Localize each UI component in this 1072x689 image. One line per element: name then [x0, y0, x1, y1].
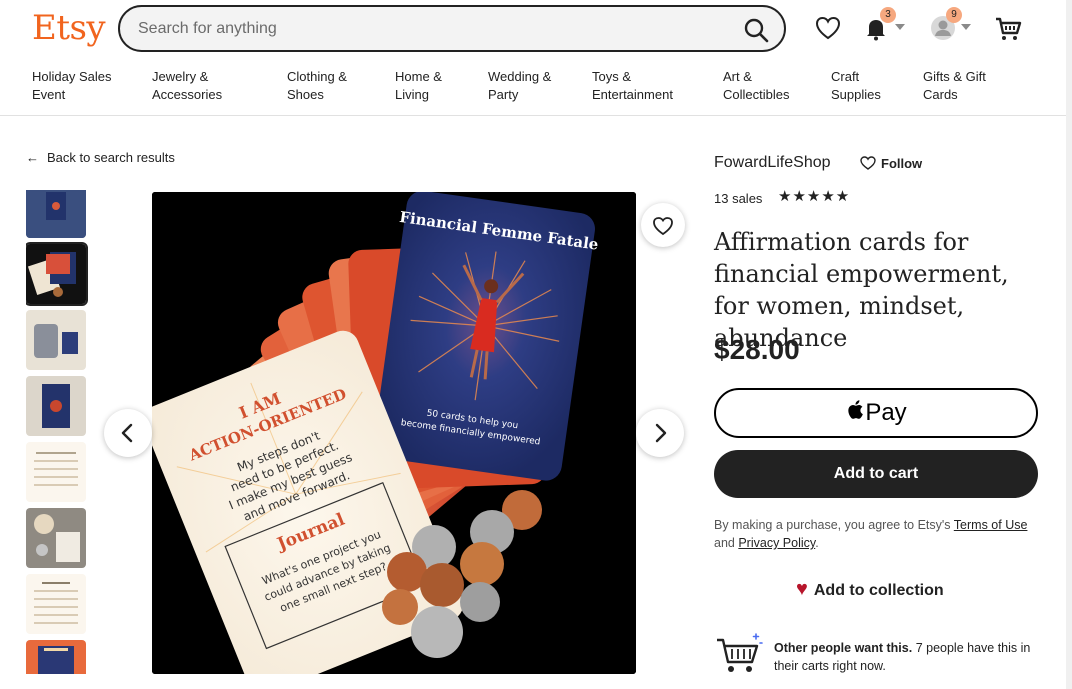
chevron-left-icon	[121, 423, 133, 443]
cart-icon[interactable]	[992, 12, 1024, 44]
cart-demand-icon	[717, 633, 763, 672]
apple-pay-button[interactable]: Pay	[714, 388, 1038, 438]
notifications-caret-icon[interactable]	[895, 24, 905, 30]
thumbnail-1[interactable]	[26, 190, 86, 238]
shop-name-link[interactable]: FowardLifeShop	[714, 154, 831, 172]
thumbnail-3[interactable]	[26, 310, 86, 370]
chevron-right-icon	[655, 423, 667, 443]
page-scrollbar[interactable]	[1066, 0, 1072, 689]
site-header: Etsy Search for anything 3 9 Holiday Sal…	[0, 0, 1072, 116]
privacy-policy-link[interactable]: Privacy Policy	[738, 536, 815, 550]
nav-item-toys[interactable]: Toys & Entertainment	[592, 68, 673, 104]
thumbnail-2[interactable]	[26, 242, 88, 306]
nav-item-art[interactable]: Art & Collectibles	[723, 68, 789, 104]
next-image-button[interactable]	[636, 409, 684, 457]
nav-item-craft[interactable]: Craft Supplies	[831, 68, 881, 104]
nav-item-clothing[interactable]: Clothing & Shoes	[287, 68, 347, 104]
nav-item-gifts[interactable]: Gifts & Gift Cards	[923, 68, 986, 104]
nav-item-jewelry[interactable]: Jewelry & Accessories	[152, 68, 222, 104]
apple-logo-icon	[848, 400, 864, 419]
nav-item-wedding[interactable]: Wedding & Party	[488, 68, 551, 104]
account-caret-icon[interactable]	[961, 24, 971, 30]
favorite-button[interactable]	[641, 203, 685, 247]
heart-outline-icon	[653, 217, 673, 236]
previous-image-button[interactable]	[104, 409, 152, 457]
favorites-heart-icon[interactable]	[812, 12, 844, 44]
heart-filled-icon: ♥	[796, 578, 808, 600]
thumbnail-5[interactable]	[26, 442, 86, 502]
thumbnail-4[interactable]	[26, 376, 86, 436]
back-to-results-link[interactable]: ← Back to search results	[26, 150, 175, 165]
add-to-collection-button[interactable]: ♥ Add to collection	[796, 578, 944, 601]
nav-item-holiday-sales[interactable]: Holiday Sales Event	[32, 68, 112, 104]
follow-button[interactable]: Follow	[860, 156, 922, 171]
listing-price: $28.00	[714, 334, 800, 365]
category-nav: Holiday Sales Event Jewelry & Accessories …	[0, 68, 1072, 108]
main-listing-image[interactable]: Financial Femme Fatale 50 cards to help …	[152, 192, 636, 674]
notifications-badge: 3	[880, 7, 896, 23]
thumbnail-strip[interactable]	[26, 190, 88, 674]
add-to-cart-button[interactable]: Add to cart	[714, 450, 1038, 498]
sales-count: 13 sales	[714, 191, 763, 206]
heart-outline-icon	[860, 156, 876, 170]
thumbnail-6[interactable]	[26, 508, 86, 568]
thumbnail-8[interactable]	[26, 640, 86, 674]
etsy-logo[interactable]: Etsy	[32, 8, 106, 48]
cart-demand-message: Other people want this. 7 people have th…	[774, 641, 1031, 673]
search-bar[interactable]: Search for anything	[118, 5, 786, 52]
account-badge: 9	[946, 7, 962, 23]
terms-of-use-link[interactable]: Terms of Use	[954, 518, 1028, 532]
nav-item-home[interactable]: Home & Living	[395, 68, 442, 104]
arrow-left-icon: ←	[26, 150, 39, 165]
rating-stars[interactable]: ★★★★★	[778, 187, 850, 205]
search-input[interactable]: Search for anything	[138, 20, 277, 38]
thumbnail-7[interactable]	[26, 574, 86, 634]
purchase-terms: By making a purchase, you agree to Etsy'…	[714, 518, 1028, 550]
search-icon[interactable]	[740, 14, 772, 46]
